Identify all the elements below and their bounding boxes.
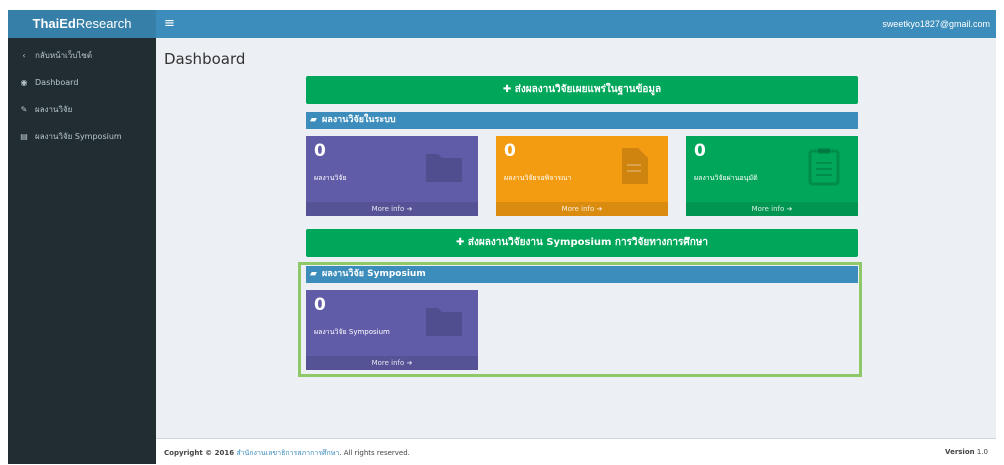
sidebar: ‹ กลับหน้าเว็บไซต์ ◉ Dashboard ✎ ผลงานวิ… [8, 38, 156, 464]
submit-symposium-button[interactable]: ✚ ส่งผลงานวิจัยงาน Symposium การวิจัยทาง… [306, 229, 858, 257]
dashboard-icon: ◉ [20, 78, 28, 87]
org-link[interactable]: สำนักงานเลขาธิการสภาการศึกษา [236, 449, 339, 457]
page-title: Dashboard [164, 50, 246, 68]
more-info-link[interactable]: More info ➔ [306, 202, 478, 216]
sidebar-item-research[interactable]: ✎ ผลงานวิจัย [8, 100, 156, 120]
clipboard-icon [808, 148, 840, 186]
app-logo[interactable]: ThaiEdResearch [8, 10, 156, 38]
sidebar-item-back-to-site[interactable]: ‹ กลับหน้าเว็บไซต์ [8, 46, 156, 66]
version-label: Version 1.0 [945, 448, 988, 456]
arrow-circle-right-icon: ➔ [406, 205, 413, 213]
more-info-link[interactable]: More info ➔ [496, 202, 668, 216]
main-content: Dashboard ✚ ส่งผลงานวิจัยเผยแพร่ในฐานข้อ… [156, 38, 996, 438]
section-header-research: ▰ ผลงานวิจัยในระบบ [306, 112, 858, 129]
stat-box-pending: 0 ผลงานวิจัยรอพิจารณา More info ➔ [496, 136, 668, 216]
arrow-circle-right-icon: ➔ [596, 205, 603, 213]
copyright-text: Copyright © 2016 สำนักงานเลขาธิการสภาการ… [164, 449, 410, 457]
submit-research-button[interactable]: ✚ ส่งผลงานวิจัยเผยแพร่ในฐานข้อมูล [306, 76, 858, 104]
top-navbar: ThaiEdResearch ≡ sweetkyo1827@gmail.com [8, 10, 996, 38]
hamburger-icon[interactable]: ≡ [164, 10, 175, 38]
plus-icon: ✚ [455, 237, 468, 248]
file-icon: ▤ [20, 132, 28, 141]
footer: Copyright © 2016 สำนักงานเลขาธิการสภาการ… [156, 438, 996, 465]
highlight-frame [298, 262, 862, 377]
pencil-icon: ✎ [20, 105, 28, 114]
folder-icon [426, 154, 462, 182]
sidebar-item-symposium[interactable]: ▤ ผลงานวิจัย Symposium [8, 127, 156, 147]
more-info-link[interactable]: More info ➔ [686, 202, 858, 216]
stat-box-approved: 0 ผลงานวิจัยผ่านอนุมัติ More info ➔ [686, 136, 858, 216]
user-email[interactable]: sweetkyo1827@gmail.com [882, 10, 990, 38]
plus-icon: ✚ [502, 84, 515, 95]
book-icon: ▰ [310, 115, 317, 125]
sidebar-item-dashboard[interactable]: ◉ Dashboard [8, 73, 156, 93]
stat-box-research: 0 ผลงานวิจัย More info ➔ [306, 136, 478, 216]
document-icon [622, 148, 648, 184]
arrow-circle-right-icon: ➔ [786, 205, 793, 213]
chevron-left-icon: ‹ [22, 51, 26, 60]
